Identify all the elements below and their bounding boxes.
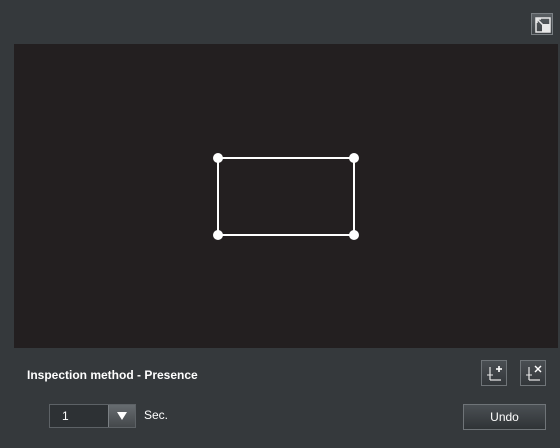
add-vertex-icon [487,366,502,381]
vertex-handle[interactable] [349,230,359,240]
expand-button[interactable] [531,13,553,35]
vertex-handle[interactable] [213,153,223,163]
inspection-area-canvas[interactable] [14,44,558,348]
delete-vertex-button[interactable] [520,360,546,386]
duration-select[interactable]: 1 [49,404,136,428]
vertex-handle[interactable] [349,153,359,163]
chevron-down-icon [117,412,127,420]
vertex-handle[interactable] [213,230,223,240]
duration-unit-label: Sec. [144,408,169,422]
undo-button[interactable]: Undo [463,404,546,430]
add-vertex-button[interactable] [481,360,507,386]
expand-icon [535,17,551,33]
delete-vertex-icon [526,365,542,381]
inspection-method-label: Inspection method - Presence [27,368,198,382]
duration-dropdown-button[interactable] [108,405,135,427]
inspection-rectangle[interactable] [217,157,355,236]
duration-value: 1 [62,409,69,423]
